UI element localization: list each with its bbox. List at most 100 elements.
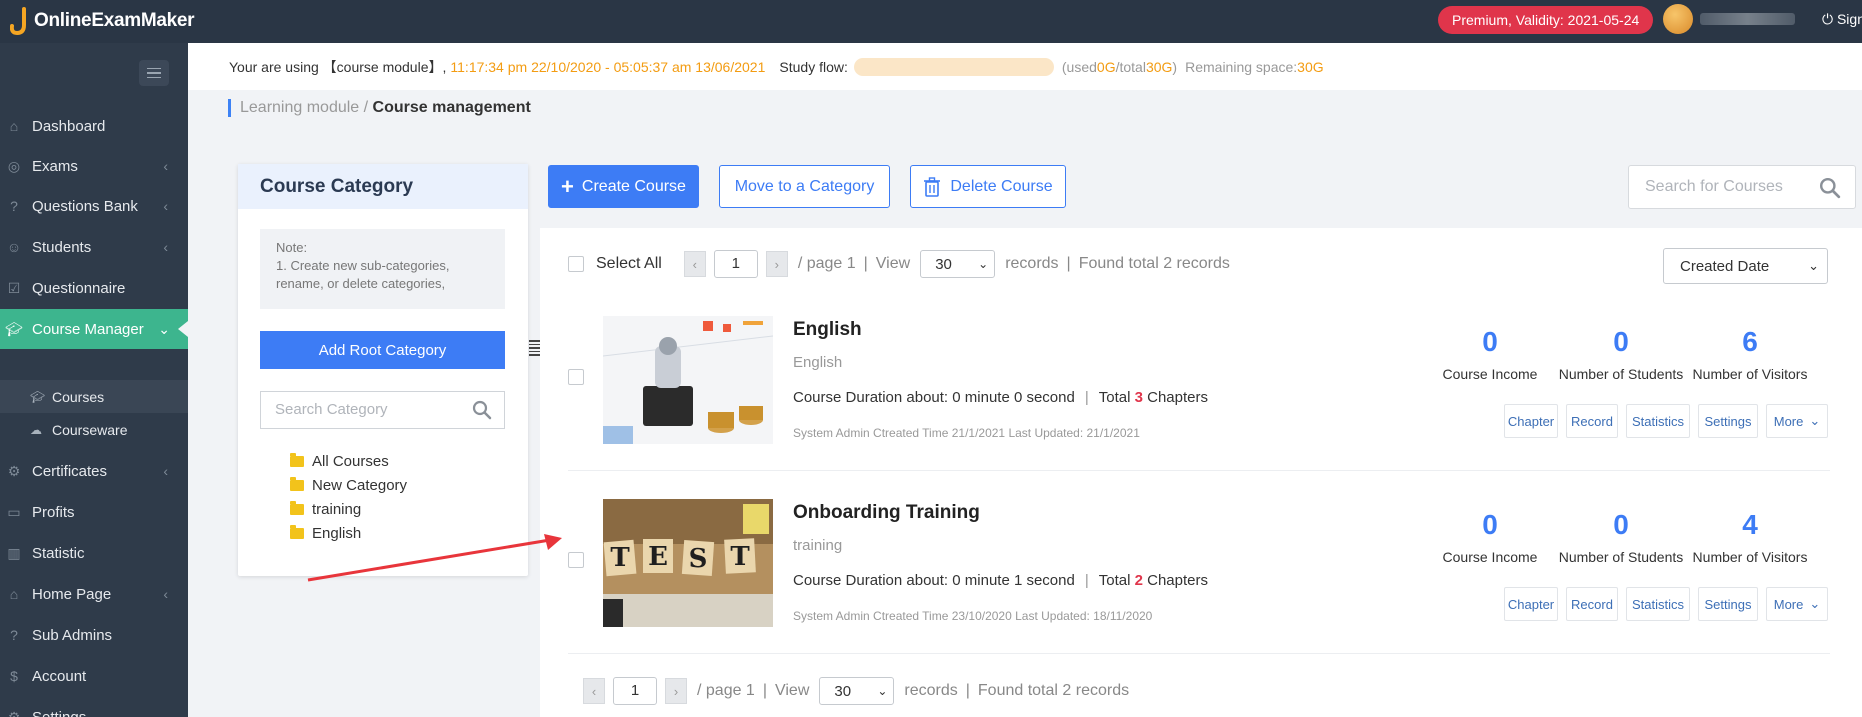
- home-icon: ⌂: [9, 118, 19, 134]
- select-all-checkbox[interactable]: [568, 256, 584, 272]
- course-income-stat: 0 Course Income: [1425, 509, 1555, 565]
- chevron-down-icon: ⌄: [877, 684, 888, 698]
- page-total-text: / page 1: [797, 255, 856, 272]
- module-info-bar: Your are using 【course module】, 11:17:34…: [188, 43, 1862, 90]
- statistics-button[interactable]: Statistics: [1626, 404, 1690, 438]
- search-icon[interactable]: [1819, 177, 1841, 199]
- category-item-new-category[interactable]: New Category: [290, 475, 407, 495]
- number-of-students-stat: 0 Number of Students: [1556, 326, 1686, 382]
- move-to-category-button[interactable]: Move to a Category: [719, 165, 890, 208]
- sidebar-item-settings[interactable]: ⚙ Settings: [0, 697, 188, 717]
- record-button[interactable]: Record: [1566, 587, 1618, 621]
- logo[interactable]: OnlineExamMaker: [10, 6, 195, 36]
- chevron-down-icon: ⌄: [978, 257, 989, 271]
- sidebar-item-label: Settings: [32, 708, 87, 717]
- course-row-english[interactable]: English English Course Duration about: 0…: [568, 316, 1828, 496]
- note-label: Note:: [276, 240, 308, 255]
- course-thumbnail[interactable]: [603, 316, 773, 444]
- category-item-all-courses[interactable]: All Courses: [290, 451, 389, 471]
- course-meta: System Admin Ctreated Time 23/10/2020 La…: [793, 609, 1153, 623]
- search-courses-input[interactable]: Search for Courses: [1628, 165, 1856, 209]
- sidebar-item-account[interactable]: $ Account: [0, 656, 188, 696]
- course-checkbox[interactable]: [568, 552, 584, 568]
- sidebar-item-dashboard[interactable]: ⌂ Dashboard: [0, 106, 188, 146]
- chapter-button[interactable]: Chapter: [1504, 404, 1558, 438]
- sidebar-item-home-page[interactable]: ⌂ Home Page ‹: [0, 574, 188, 614]
- stat-label: Course Income: [1442, 549, 1538, 565]
- sidebar-item-certificates[interactable]: ⚙ Certificates ‹: [0, 451, 188, 491]
- chapter-button[interactable]: Chapter: [1504, 587, 1558, 621]
- sidebar-item-exams[interactable]: ◎ Exams ‹: [0, 146, 188, 186]
- row-divider: [568, 470, 1830, 471]
- avatar[interactable]: [1663, 4, 1693, 34]
- sidebar-subitem-courseware[interactable]: ☁ Courseware: [0, 413, 188, 446]
- chevron-down-icon: ⌄: [1809, 596, 1821, 611]
- more-dropdown[interactable]: More ⌄: [1766, 404, 1828, 438]
- pagination-top: Select All ‹ 1 › / page 1 | View 30 ⌄ rec…: [568, 250, 1230, 278]
- course-thumbnail[interactable]: T E S T: [603, 499, 773, 627]
- question-icon: ?: [10, 198, 18, 214]
- create-course-button[interactable]: + Create Course: [548, 165, 699, 208]
- sidebar-item-label: Profits: [32, 503, 75, 521]
- course-row-onboarding-training[interactable]: T E S T Onboarding Training training Cou…: [568, 499, 1828, 679]
- next-page-icon[interactable]: ›: [765, 251, 788, 277]
- folder-icon: [290, 452, 304, 467]
- sidebar-subitem-courses[interactable]: 🎓︎ Courses: [0, 380, 188, 413]
- username-blurred[interactable]: [1700, 13, 1795, 25]
- more-dropdown[interactable]: More ⌄: [1766, 587, 1828, 621]
- delete-course-button[interactable]: Delete Course: [910, 165, 1066, 208]
- logo-icon: [10, 7, 26, 35]
- next-page-icon[interactable]: ›: [665, 678, 687, 704]
- sidebar-item-profits[interactable]: ▭ Profits: [0, 492, 188, 532]
- settings-button[interactable]: Settings: [1698, 587, 1758, 621]
- course-category-panel: Course Category Note: 1. Create new sub-…: [238, 164, 528, 576]
- svg-text:S: S: [689, 544, 708, 574]
- category-item-training[interactable]: training: [290, 499, 361, 519]
- page-number-input[interactable]: 1: [713, 250, 758, 278]
- card-icon: ▭: [7, 503, 21, 520]
- category-item-label: New Category: [312, 476, 408, 494]
- logo-text: OnlineExamMaker: [34, 10, 195, 31]
- per-page-select[interactable]: 30 ⌄: [819, 677, 895, 705]
- stat-value: 4: [1742, 509, 1758, 540]
- statistics-button[interactable]: Statistics: [1626, 587, 1690, 621]
- sidebar-item-students[interactable]: ☺ Students ‹: [0, 227, 188, 267]
- total-label: Total: [1098, 389, 1135, 406]
- breadcrumb-parent[interactable]: Learning module /: [240, 99, 373, 116]
- sort-by-select[interactable]: Created Date ⌄: [1663, 248, 1828, 284]
- sidebar-item-label: Exams: [32, 157, 78, 175]
- sidebar-item-sub-admins[interactable]: ? Sub Admins: [0, 615, 188, 655]
- per-page-select[interactable]: 30 ⌄: [920, 250, 996, 278]
- course-title[interactable]: English: [793, 319, 862, 341]
- search-courses-placeholder: Search for Courses: [1645, 178, 1783, 195]
- category-search-input[interactable]: Search Category: [260, 391, 505, 429]
- page-number-input[interactable]: 1: [613, 677, 657, 705]
- signout-link[interactable]: ⏻ Sign out: [1822, 11, 1862, 28]
- breadcrumb: Learning module / Course management: [228, 99, 531, 117]
- sidebar-item-course-manager[interactable]: 🎓︎ Course Manager ⌄: [0, 309, 188, 349]
- sidebar-item-statistic[interactable]: ▥ Statistic: [0, 533, 188, 573]
- select-all-label[interactable]: Select All: [596, 255, 662, 273]
- menu-toggle-icon[interactable]: [139, 60, 169, 86]
- course-checkbox[interactable]: [568, 369, 584, 385]
- graduation-cap-icon: 🎓︎: [30, 389, 46, 404]
- prev-page-icon[interactable]: ‹: [683, 251, 706, 277]
- record-button[interactable]: Record: [1566, 404, 1618, 438]
- prev-page-icon[interactable]: ‹: [583, 678, 605, 704]
- settings-button[interactable]: Settings: [1698, 404, 1758, 438]
- stat-label: Number of Students: [1558, 549, 1684, 565]
- gear-icon: ⚙: [7, 462, 21, 479]
- chapter-count: 2: [1134, 572, 1143, 589]
- premium-badge[interactable]: Premium, Validity: 2021-05-24: [1438, 6, 1654, 34]
- sidebar-item-questions-bank[interactable]: ? Questions Bank ‹: [0, 186, 188, 226]
- validity-range: 11:17:34 pm 22/10/2020 - 05:05:37 am 13/…: [450, 58, 766, 75]
- add-root-category-button[interactable]: Add Root Category: [260, 331, 505, 369]
- search-icon[interactable]: [472, 400, 492, 420]
- check-circle-icon: ◎: [7, 157, 21, 174]
- study-flow-bar: [853, 57, 1054, 76]
- stat-label: Number of Students: [1558, 366, 1684, 382]
- course-title[interactable]: Onboarding Training: [793, 502, 980, 524]
- sidebar-item-questionnaire[interactable]: ☑ Questionnaire: [0, 268, 188, 308]
- close-paren: ): [1172, 58, 1178, 75]
- module-usage-text: Your are using 【course module】,: [229, 58, 447, 75]
